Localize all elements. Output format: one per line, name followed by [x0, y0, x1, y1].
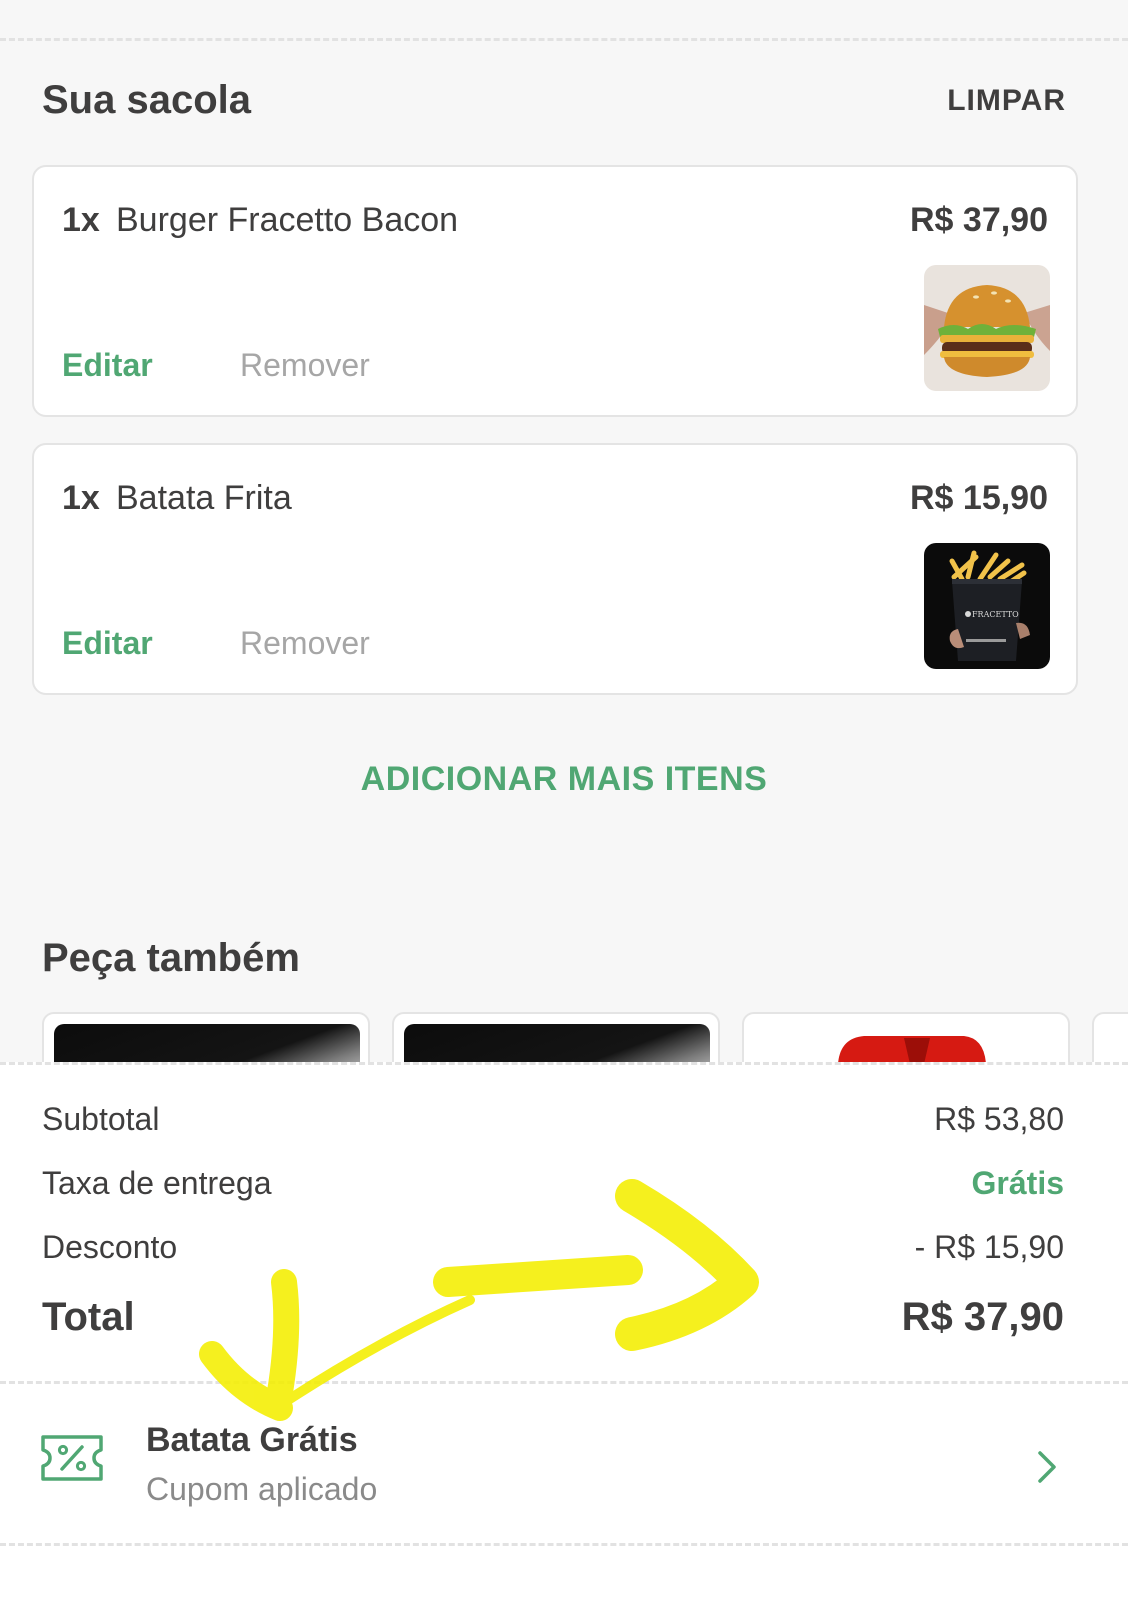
item-price: R$ 37,90: [910, 201, 1048, 239]
bottom-divider: [0, 1543, 1128, 1546]
item-price: R$ 15,90: [910, 479, 1048, 517]
svg-text:FRACETTO: FRACETTO: [972, 610, 1019, 619]
bag-header: Sua sacola LIMPAR: [42, 78, 1072, 123]
suggestion-card[interactable]: [392, 1012, 720, 1062]
burger-photo: [924, 265, 1050, 391]
applied-coupon-row[interactable]: Batata Grátis Cupom aplicado: [0, 1385, 1128, 1545]
suggestion-photo: [54, 1024, 360, 1062]
bag-item-card: 1x Burger Fracetto Bacon R$ 37,90 Editar…: [32, 165, 1078, 417]
coupon-divider: [0, 1381, 1128, 1384]
edit-item-button[interactable]: Editar: [62, 625, 153, 662]
discount-row: Desconto - R$ 15,90: [42, 1229, 1064, 1266]
suggestion-card[interactable]: [742, 1012, 1070, 1062]
edit-item-button[interactable]: Editar: [62, 347, 153, 384]
total-value: R$ 37,90: [901, 1295, 1064, 1339]
discount-label: Desconto: [42, 1229, 178, 1265]
delivery-fee-value: Grátis: [971, 1165, 1064, 1201]
item-name: Burger Fracetto Bacon: [116, 201, 459, 239]
delivery-fee-row: Taxa de entrega Grátis: [42, 1165, 1064, 1202]
item-name: Batata Frita: [116, 479, 292, 517]
remove-item-button[interactable]: Remover: [240, 347, 370, 384]
bag-title: Sua sacola: [42, 78, 252, 122]
suggestion-card[interactable]: [1092, 1012, 1128, 1062]
top-divider: [0, 38, 1128, 41]
clear-bag-button[interactable]: LIMPAR: [947, 84, 1066, 118]
subtotal-row: Subtotal R$ 53,80: [42, 1101, 1064, 1138]
subtotal-value: R$ 53,80: [934, 1101, 1064, 1137]
chevron-right-icon: [1036, 1449, 1058, 1485]
suggestion-card[interactable]: [42, 1012, 370, 1062]
discount-value: - R$ 15,90: [914, 1229, 1064, 1265]
coupon-status: Cupom aplicado: [146, 1471, 378, 1507]
subtotal-label: Subtotal: [42, 1101, 160, 1137]
coupon-percent-icon: [40, 1433, 104, 1483]
item-quantity: 1x: [62, 201, 100, 239]
soda-can-photo: [754, 1024, 1060, 1062]
remove-item-button[interactable]: Remover: [240, 625, 370, 662]
suggestion-photo: [404, 1024, 710, 1062]
item-quantity: 1x: [62, 479, 100, 517]
suggestions-title: Peça também: [42, 936, 300, 980]
suggestions-carousel[interactable]: [42, 1012, 1128, 1062]
total-row: Total R$ 37,90: [42, 1295, 1064, 1340]
delivery-fee-label: Taxa de entrega: [42, 1165, 272, 1201]
coupon-title: Batata Grátis: [146, 1421, 358, 1459]
fries-photo: FRACETTO: [924, 543, 1050, 669]
add-more-items-button[interactable]: ADICIONAR MAIS ITENS: [0, 760, 1128, 799]
order-summary: Subtotal R$ 53,80 Taxa de entrega Grátis…: [0, 1062, 1128, 1600]
bag-item-card: 1x Batata Frita R$ 15,90 Editar Remover …: [32, 443, 1078, 695]
total-label: Total: [42, 1295, 135, 1339]
